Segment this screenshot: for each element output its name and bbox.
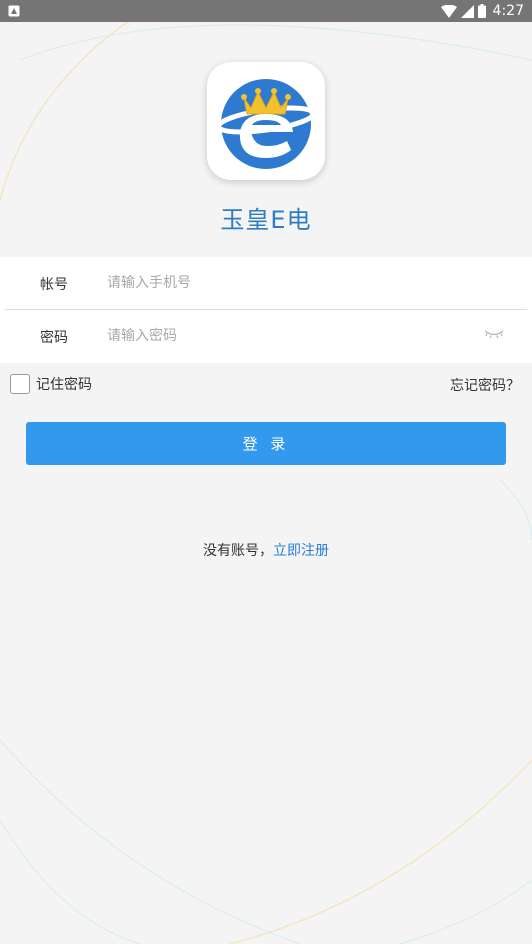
- app-logo: [207, 62, 325, 180]
- password-input[interactable]: [107, 324, 467, 348]
- register-prompt-text: 没有账号，: [203, 543, 273, 559]
- logo-icon: [215, 79, 317, 169]
- notification-icon: [8, 5, 20, 17]
- register-link[interactable]: 立即注册: [273, 543, 329, 559]
- battery-icon: [477, 4, 486, 18]
- register-prompt: 没有账号，立即注册: [0, 540, 532, 560]
- phone-input[interactable]: [107, 271, 467, 295]
- login-button[interactable]: 登 录: [26, 422, 506, 465]
- wifi-icon: [440, 4, 457, 18]
- account-label: 帐号: [40, 277, 68, 293]
- password-row: 密码: [0, 310, 532, 363]
- password-label: 密码: [40, 330, 68, 346]
- remember-label: 记住密码: [36, 377, 92, 393]
- login-form: 帐号 密码: [0, 257, 532, 363]
- remember-password[interactable]: 记住密码: [10, 374, 92, 394]
- remember-checkbox[interactable]: [10, 374, 30, 394]
- status-time: 4:27: [492, 3, 524, 19]
- cell-signal-icon: [460, 4, 474, 18]
- forgot-password-link[interactable]: 忘记密码？: [450, 375, 520, 395]
- account-row: 帐号: [0, 257, 532, 310]
- status-bar: 4:27: [0, 0, 532, 22]
- eye-closed-icon[interactable]: [483, 326, 505, 340]
- app-title: 玉皇E电: [220, 206, 312, 234]
